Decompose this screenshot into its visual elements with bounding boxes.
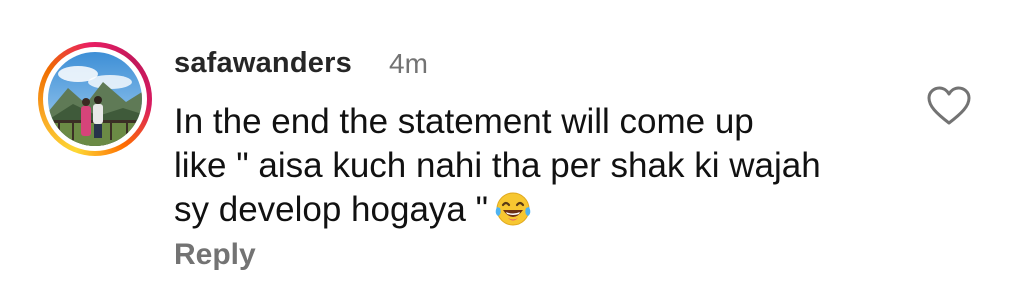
comment-text-line: sy develop hogaya " <box>174 188 874 238</box>
face-with-tears-of-joy-icon <box>494 191 532 238</box>
comment-text: In the end the statement will come up li… <box>174 100 874 238</box>
comment-username[interactable]: safawanders <box>174 47 352 80</box>
comment-timestamp: 4m <box>389 48 428 79</box>
comment-text-line: like " aisa kuch nahi tha per shak ki wa… <box>174 146 821 185</box>
avatar[interactable] <box>48 52 142 146</box>
avatar-photo <box>48 52 142 146</box>
comment-text-segment: sy develop hogaya " <box>174 190 489 229</box>
heart-outline-icon[interactable] <box>926 85 972 127</box>
comment-item: safawanders 4m In the end the statement … <box>0 0 1024 308</box>
avatar-story-ring[interactable] <box>38 42 152 156</box>
comment-text-line: In the end the statement will come up <box>174 102 754 141</box>
reply-button[interactable]: Reply <box>174 238 256 272</box>
avatar-ring-gap <box>43 47 147 151</box>
